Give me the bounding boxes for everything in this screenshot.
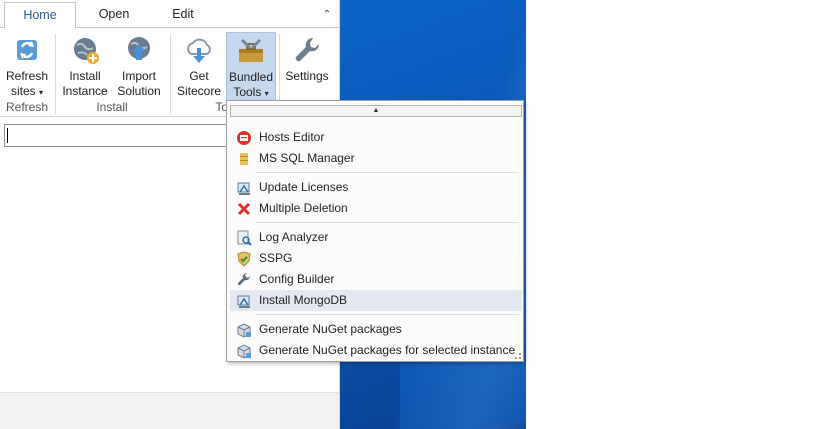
toolbox-icon	[239, 38, 263, 62]
update-licenses-icon	[237, 182, 250, 195]
menu-separator	[256, 172, 519, 173]
install-label-line2: Instance	[62, 84, 108, 98]
settings-button[interactable]: Settings	[284, 32, 330, 100]
group-divider	[55, 34, 56, 114]
group-label-refresh: Refresh	[5, 100, 49, 114]
menu-item-label: Config Builder	[259, 272, 335, 286]
red-x-icon	[237, 202, 251, 216]
wrench-icon	[237, 272, 251, 286]
get-sitecore-button[interactable]: Get Sitecore	[175, 32, 223, 100]
bundled-label-line1: Bundled	[228, 70, 274, 84]
menu-item-install-mongodb[interactable]: Install MongoDB	[230, 290, 522, 311]
import-label-line2: Solution	[117, 84, 161, 98]
import-solution-button[interactable]: Import Solution	[114, 32, 164, 100]
menu-item-ms-sql-manager[interactable]: MS SQL Manager	[230, 148, 522, 169]
menu-item-sspg[interactable]: SSPG	[230, 248, 522, 269]
menu-item-label: Generate NuGet packages for selected ins…	[259, 343, 516, 357]
ribbon-tabs: Home Open Edit ⌃	[0, 0, 339, 29]
refresh-icon	[17, 40, 37, 60]
refresh-label-line1: Refresh	[5, 69, 49, 83]
tab-home[interactable]: Home	[4, 2, 76, 29]
menu-item-label: Hosts Editor	[259, 130, 325, 144]
bundled-label-line2: Tools ▾	[233, 85, 269, 99]
menu-item-log-analyzer[interactable]: Log Analyzer	[230, 227, 522, 248]
menu-item-label: Log Analyzer	[259, 230, 329, 244]
shield-icon	[237, 251, 251, 267]
package-icon	[237, 344, 251, 359]
refresh-label-line2: sites ▾	[10, 84, 44, 98]
group-label-install: Install	[96, 100, 128, 114]
get-sitecore-label-line2: Sitecore	[176, 84, 222, 98]
install-mongodb-icon	[237, 295, 250, 308]
import-label-line1: Import	[121, 69, 156, 83]
menu-item-label: MS SQL Manager	[259, 151, 355, 165]
menu-item-label: Update Licenses	[259, 180, 349, 194]
status-bar	[0, 392, 339, 429]
refresh-sites-button[interactable]: Refresh sites ▾	[4, 32, 50, 100]
get-sitecore-label-line1: Get	[189, 69, 209, 83]
cloud-download-icon	[187, 38, 211, 63]
import-globe-icon	[128, 37, 150, 60]
menu-item-config-builder[interactable]: Config Builder	[230, 269, 522, 290]
package-icon	[237, 323, 251, 338]
menu-item-generate-nuget-selected[interactable]: Generate NuGet packages for selected ins…	[230, 340, 522, 361]
menu-item-update-licenses[interactable]: Update Licenses	[230, 177, 522, 198]
resize-grip-icon[interactable]	[515, 353, 521, 359]
menu-item-label: Generate NuGet packages	[259, 322, 402, 336]
tab-open[interactable]: Open	[80, 2, 148, 27]
database-icon	[240, 153, 248, 165]
install-label-line1: Install	[69, 69, 101, 83]
install-globe-icon	[74, 38, 99, 64]
search-input[interactable]	[4, 124, 234, 147]
group-divider	[170, 34, 171, 114]
bundled-tools-button[interactable]: Bundled Tools ▾	[226, 32, 276, 102]
log-analyzer-icon	[237, 230, 252, 246]
menu-item-label: SSPG	[259, 251, 293, 265]
menu-item-generate-nuget[interactable]: Generate NuGet packages	[230, 319, 522, 340]
menu-separator	[256, 222, 519, 223]
install-instance-button[interactable]: Install Instance	[60, 32, 110, 100]
menu-item-hosts-editor[interactable]: Hosts Editor	[230, 127, 522, 148]
menu-item-multiple-deletion[interactable]: Multiple Deletion	[230, 198, 522, 219]
menu-item-label: Install MongoDB	[259, 293, 348, 307]
hosts-editor-icon	[237, 131, 251, 145]
menu-item-label: Multiple Deletion	[259, 201, 348, 215]
bundled-tools-menu: ▲ Hosts Editor MS SQL Manager Update Lic…	[226, 100, 524, 362]
tab-edit[interactable]: Edit	[150, 2, 216, 27]
settings-label: Settings	[285, 69, 329, 83]
collapse-ribbon-icon[interactable]: ⌃	[320, 8, 334, 22]
menu-scroll-up-button[interactable]: ▲	[230, 105, 522, 117]
menu-separator	[256, 314, 519, 315]
wrench-icon	[295, 37, 320, 62]
text-caret	[7, 128, 8, 143]
